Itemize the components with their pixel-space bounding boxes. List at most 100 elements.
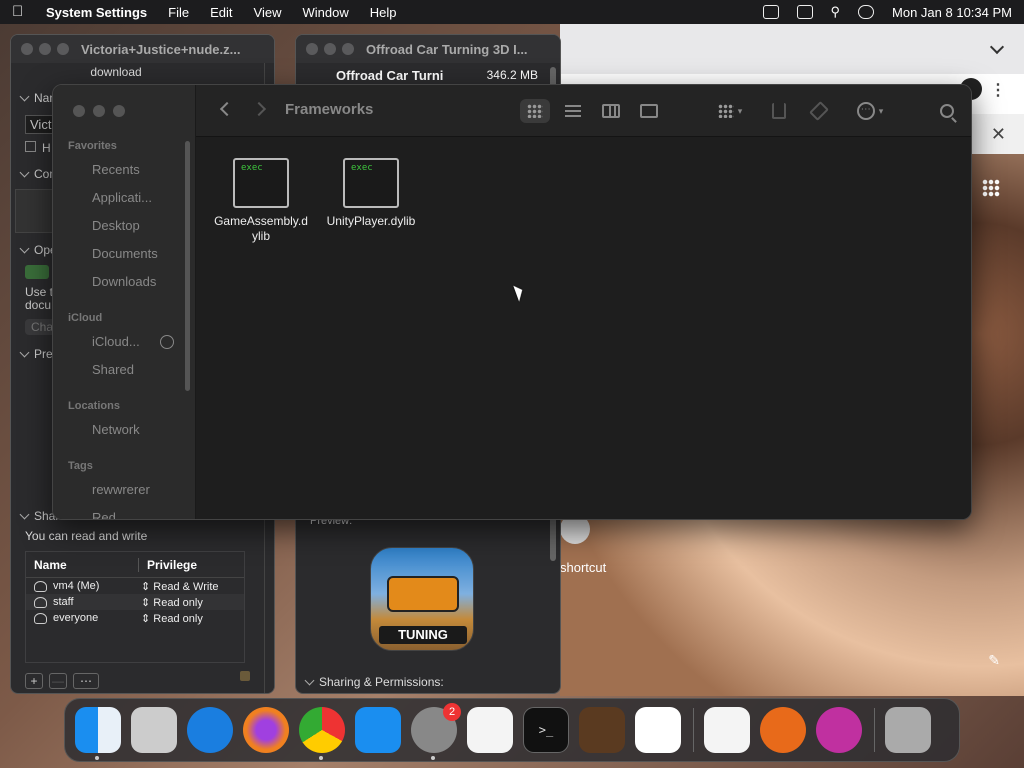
tag-icon	[809, 101, 829, 121]
textedit-dock-icon[interactable]	[467, 707, 513, 753]
screen-mirroring-icon[interactable]	[796, 5, 813, 19]
app-name: Offroad Car Turni	[336, 67, 444, 83]
app-store-dock-icon[interactable]	[355, 707, 401, 753]
group-icon	[717, 104, 734, 118]
chrome-dock-icon[interactable]	[299, 707, 345, 760]
sidebar-item-recents[interactable]: Recents	[92, 162, 140, 177]
launchpad-dock-icon[interactable]	[131, 707, 177, 753]
column-privilege[interactable]: Privilege	[139, 558, 197, 572]
zoom-window-button[interactable]	[342, 43, 354, 55]
forward-icon[interactable]	[251, 101, 267, 117]
file-item[interactable]: exec GameAssembly.d ylib	[206, 158, 316, 244]
sidebar-item-icloud-drive[interactable]: iCloud...	[92, 334, 174, 349]
column-view-icon	[602, 104, 620, 118]
close-window-button[interactable]	[21, 43, 33, 55]
table-row[interactable]: staff ⇕ Read only	[26, 594, 244, 610]
access-text: You can read and write	[25, 529, 148, 543]
menu-app-name[interactable]: System Settings	[46, 5, 147, 20]
safari-dock-icon[interactable]	[187, 707, 233, 753]
permissions-table: Name Privilege vm4 (Me) ⇕ Read & Write s…	[25, 551, 245, 663]
minimize-window-button[interactable]	[93, 105, 105, 117]
sidebar-item-tag-red[interactable]: Red	[92, 510, 116, 519]
menu-clock[interactable]: Mon Jan 8 10:34 PM	[892, 5, 1012, 20]
menu-view[interactable]: View	[254, 5, 282, 20]
sidebar-item-desktop[interactable]: Desktop	[92, 218, 140, 233]
privilege-popup[interactable]: ⇕ Read only	[139, 612, 203, 625]
menu-file[interactable]: File	[168, 5, 189, 20]
icon-view-button[interactable]	[520, 99, 550, 123]
minimize-window-button[interactable]	[324, 43, 336, 55]
finder-dock-icon[interactable]	[75, 707, 121, 760]
hide-extension-checkbox[interactable]: H	[25, 141, 51, 155]
zoom-window-button[interactable]	[57, 43, 69, 55]
tag-button[interactable]	[808, 99, 830, 123]
terminal-dock-icon[interactable]: >_	[523, 707, 569, 753]
edit-icon[interactable]: ✎	[988, 652, 1000, 669]
sidebar-scrollbar[interactable]	[185, 141, 190, 391]
everyone-icon	[34, 612, 47, 624]
sidebar-item-documents[interactable]: Documents	[92, 246, 158, 261]
imovie-dock-icon[interactable]	[704, 707, 750, 753]
column-view-button[interactable]	[598, 99, 624, 123]
close-icon[interactable]: ✕	[991, 124, 1006, 145]
table-row[interactable]: everyone ⇕ Read only	[26, 610, 244, 626]
lock-icon[interactable]	[240, 671, 250, 681]
finder-sidebar: Favorites Recents Applicati... Desktop D…	[53, 85, 196, 519]
vscode-dock-icon[interactable]	[635, 707, 681, 753]
minimize-window-button[interactable]	[39, 43, 51, 55]
finder-window: Favorites Recents Applicati... Desktop D…	[52, 84, 972, 520]
back-icon[interactable]	[219, 101, 235, 117]
sidebar-item-network[interactable]: Network	[92, 422, 140, 437]
close-window-button[interactable]	[306, 43, 318, 55]
sidebar-item-downloads[interactable]: Downloads	[92, 274, 156, 289]
sidebar-item-shared[interactable]: Shared	[92, 362, 134, 377]
instruments-dock-icon[interactable]	[760, 707, 806, 753]
zoom-window-button[interactable]	[113, 105, 125, 117]
apple-icon[interactable]: 	[12, 4, 28, 20]
group-by-button[interactable]: ▾	[710, 99, 750, 123]
menu-help[interactable]: Help	[370, 5, 397, 20]
apps-grid-icon[interactable]	[982, 179, 1000, 197]
search-button[interactable]	[936, 99, 958, 123]
exec-file-icon: exec	[233, 158, 289, 208]
sidebar-item-tag[interactable]: rewwrerer	[92, 482, 150, 497]
section-sharing[interactable]: Sharing & Permissions:	[304, 675, 444, 689]
notification-badge: 2	[443, 703, 461, 721]
firefox-dock-icon[interactable]	[243, 707, 289, 753]
info-window-title: Offroad Car Turning 3D I...	[366, 41, 528, 57]
remove-user-button[interactable]: —	[49, 673, 67, 689]
sidebar-item-applications[interactable]: Applicati...	[92, 190, 152, 205]
action-button[interactable]: ⋯ ▾	[850, 99, 890, 123]
file-item[interactable]: exec UnityPlayer.dylib	[316, 158, 426, 229]
privilege-popup[interactable]: ⇕ Read & Write	[139, 580, 219, 593]
close-window-button[interactable]	[73, 105, 85, 117]
archive-utility-icon[interactable]	[25, 265, 49, 279]
migration-dock-icon[interactable]	[816, 707, 862, 753]
sidebar-item-label: iCloud...	[92, 334, 140, 349]
trash-dock-icon[interactable]	[885, 707, 931, 753]
chevron-down-icon[interactable]	[989, 39, 1005, 55]
table-row[interactable]: vm4 (Me) ⇕ Read & Write	[26, 578, 244, 594]
group-icon	[34, 596, 47, 608]
action-menu-button[interactable]: ⋯	[73, 673, 99, 689]
control-center-icon[interactable]	[858, 5, 875, 19]
share-button[interactable]	[768, 99, 790, 123]
open-with-info: Use t	[25, 285, 54, 299]
sharing-permissions: You can read and write Name Privilege vm…	[25, 519, 265, 691]
grid-view-icon	[527, 104, 543, 118]
search-icon	[940, 104, 954, 118]
privilege-popup[interactable]: ⇕ Read only	[139, 596, 203, 609]
gallery-view-button[interactable]	[636, 99, 662, 123]
column-name[interactable]: Name	[26, 557, 139, 572]
sidebar-section-favorites: Favorites	[68, 140, 117, 152]
menu-edit[interactable]: Edit	[210, 5, 232, 20]
keyboard-input-icon[interactable]	[762, 5, 779, 19]
system-settings-dock-icon[interactable]: 2	[411, 703, 461, 760]
list-view-button[interactable]	[560, 99, 586, 123]
browser-tab-bar	[560, 24, 1024, 74]
more-menu-icon[interactable]: ⋮	[990, 80, 1006, 100]
add-user-button[interactable]: +	[25, 673, 43, 689]
menu-window[interactable]: Window	[302, 5, 348, 20]
garageband-dock-icon[interactable]	[579, 707, 625, 753]
search-icon[interactable]: ⚲	[831, 4, 841, 20]
